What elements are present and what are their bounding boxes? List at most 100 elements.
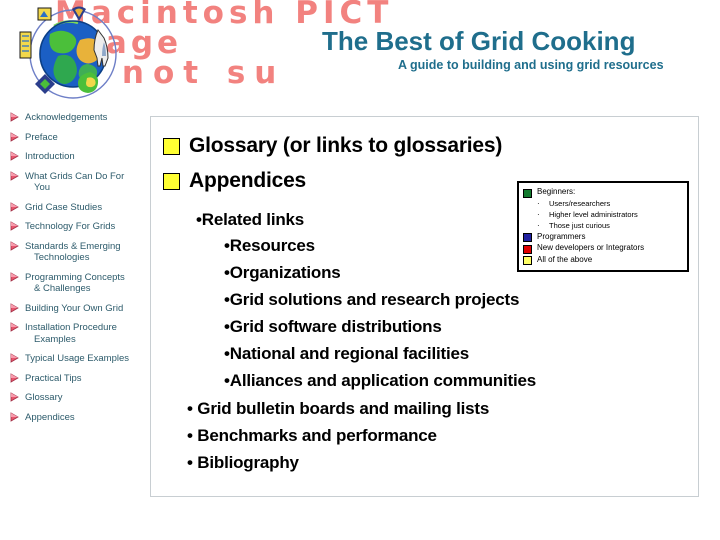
heading-appendices: Appendices <box>163 169 306 193</box>
triangle-bullet-icon <box>10 240 20 252</box>
triangle-bullet-icon <box>10 221 20 232</box>
list-item: • Grid bulletin boards and mailing lists <box>187 399 489 419</box>
list-item: •Alliances and application communities <box>224 371 536 391</box>
legend-entry-all-of-the-above: All of the above <box>523 254 682 265</box>
list-item-label: Grid software distributions <box>229 317 442 336</box>
sidebar-item-label: Standards & Emerging Technologies <box>25 241 145 264</box>
bullet-dot-icon: • <box>187 453 193 472</box>
sidebar-item-building-your-own-grid[interactable]: Building Your Own Grid <box>10 303 145 315</box>
sub-bullet-dot-icon: · <box>537 209 540 219</box>
sidebar-item-practical-tips[interactable]: Practical Tips <box>10 373 145 385</box>
legend-sub-entry-label: Higher level administrators <box>549 209 638 219</box>
triangle-bullet-icon <box>10 271 20 283</box>
list-item-label: Benchmarks and performance <box>197 426 437 445</box>
sidebar-item-label: Grid Case Studies <box>25 201 103 213</box>
blue-square-marker-icon <box>523 233 532 242</box>
list-item-label: Organizations <box>229 263 341 282</box>
sidebar-item-technology-for-grids[interactable]: Technology For Grids <box>10 221 145 233</box>
sidebar-item-label: Building Your Own Grid <box>25 302 124 314</box>
pict-placeholder-line-1: Macintosh PICT <box>55 0 394 31</box>
sidebar-item-label: Preface <box>25 131 58 143</box>
list-item: •Grid solutions and research projects <box>224 290 519 310</box>
list-item: • Benchmarks and performance <box>187 426 437 446</box>
list-item-label: Resources <box>229 236 315 255</box>
yellow-square-marker-icon <box>523 256 532 265</box>
list-item: • Bibliography <box>187 453 299 473</box>
list-item: •National and regional facilities <box>224 344 469 364</box>
triangle-bullet-icon <box>10 392 20 403</box>
triangle-bullet-icon <box>10 411 20 423</box>
green-square-marker-icon <box>523 188 532 198</box>
sidebar-item-label: Installation Procedure Examples <box>25 322 145 345</box>
legend-entry-label: All of the above <box>537 254 593 264</box>
sidebar-item-preface[interactable]: Preface <box>10 132 145 144</box>
sidebar-item-label: Programming Concepts & Challenges <box>25 272 145 295</box>
sidebar-item-label-line2: You <box>34 182 51 193</box>
triangle-bullet-icon <box>10 372 20 384</box>
legend-entry-programmers: Programmers <box>523 231 682 242</box>
legend-sub-entry-those-just-curious: · Those just curious <box>523 221 682 231</box>
legend-entry-beginners: Beginners: <box>523 187 682 198</box>
list-item-label: Bibliography <box>197 453 299 472</box>
triangle-bullet-icon <box>10 302 20 314</box>
red-square-marker-icon <box>523 244 532 254</box>
bullet-dot-icon: • <box>187 426 193 445</box>
sidebar-item-label: Appendices <box>25 411 75 423</box>
triangle-bullet-icon <box>10 322 20 333</box>
bullet-dot-icon: • <box>187 399 193 418</box>
legend-sub-entry-users-researchers: · Users/researchers <box>523 199 682 209</box>
list-item-label: Grid solutions and research projects <box>229 290 520 309</box>
sidebar-item-label: Typical Usage Examples <box>25 353 130 364</box>
sidebar-item-glossary[interactable]: Glossary <box>10 392 145 404</box>
legend-entry-new-developers-or-integrators: New developers or Integrators <box>523 243 682 254</box>
list-item: •Grid software distributions <box>224 317 442 337</box>
sub-bullet-dot-icon: · <box>537 220 540 230</box>
triangle-bullet-icon <box>10 131 20 143</box>
sub-bullet-dot-icon: · <box>537 198 540 208</box>
sidebar-item-label: What Grids Can Do For You <box>25 171 145 194</box>
sidebar-item-label-line2: Technologies <box>34 252 90 263</box>
heading-appendices-label: Appendices <box>189 169 307 192</box>
triangle-bullet-icon <box>10 201 20 213</box>
legend-entry-label: Beginners: <box>537 187 576 196</box>
heading-glossary: Glossary (or links to glossaries) <box>163 134 502 158</box>
list-item: •Related links <box>196 210 304 230</box>
legend-sub-entry-label: Those just curious <box>549 220 610 230</box>
triangle-bullet-icon <box>10 353 20 364</box>
page-subtitle: A guide to building and using grid resou… <box>398 58 664 72</box>
legend-sub-entry-higher-level-administrators: · Higher level administrators <box>523 210 682 220</box>
sidebar-item-typical-usage-examples[interactable]: Typical Usage Examples <box>10 353 145 365</box>
sidebar-item-installation-procedure-examples[interactable]: Installation Procedure Examples <box>10 322 145 345</box>
list-item: •Resources <box>224 236 315 256</box>
page-title: The Best of Grid Cooking <box>322 26 636 56</box>
sidebar-item-acknowledgements[interactable]: Acknowledgements <box>10 112 145 124</box>
legend-entry-label: Programmers <box>537 231 586 241</box>
yellow-square-marker-icon <box>163 172 180 190</box>
sidebar-item-introduction[interactable]: Introduction <box>10 151 145 163</box>
legend-sub-entry-label: Users/researchers <box>549 198 611 208</box>
sidebar-item-standards-emerging-technologies[interactable]: Standards & Emerging Technologies <box>10 241 145 264</box>
list-item-label: Alliances and application communities <box>229 371 536 390</box>
audience-legend-box: Beginners: · Users/researchers · Higher … <box>517 181 689 272</box>
sidebar-item-label: Technology For Grids <box>25 221 116 232</box>
sidebar-item-label-line2: & Challenges <box>34 283 91 294</box>
sidebar-item-label: Practical Tips <box>25 372 82 384</box>
content-panel: Glossary (or links to glossaries) Append… <box>150 116 699 497</box>
sidebar-item-label-line2: Examples <box>34 333 76 345</box>
sidebar-item-appendices[interactable]: Appendices <box>10 412 145 424</box>
list-item-label: National and regional facilities <box>229 344 469 363</box>
sidebar-item-label: Glossary <box>25 392 63 403</box>
sidebar-item-label: Acknowledgements <box>25 112 108 123</box>
triangle-bullet-icon <box>10 112 20 123</box>
heading-glossary-label: Glossary (or links to glossaries) <box>189 134 503 157</box>
legend-entry-label: New developers or Integrators <box>537 243 645 252</box>
sidebar-item-programming-concepts-challenges[interactable]: Programming Concepts & Challenges <box>10 272 145 295</box>
triangle-bullet-icon <box>10 151 20 162</box>
globe-with-orbiting-satellites-icon <box>18 4 128 100</box>
yellow-square-marker-icon <box>163 137 180 155</box>
list-item-label: Grid bulletin boards and mailing lists <box>197 399 490 418</box>
sidebar-item-label: Introduction <box>25 151 75 162</box>
sidebar-navigation: Acknowledgements Preface Introduction Wh… <box>10 112 145 431</box>
sidebar-item-what-grids-can-do-for-you[interactable]: What Grids Can Do For You <box>10 171 145 194</box>
sidebar-item-grid-case-studies[interactable]: Grid Case Studies <box>10 202 145 214</box>
